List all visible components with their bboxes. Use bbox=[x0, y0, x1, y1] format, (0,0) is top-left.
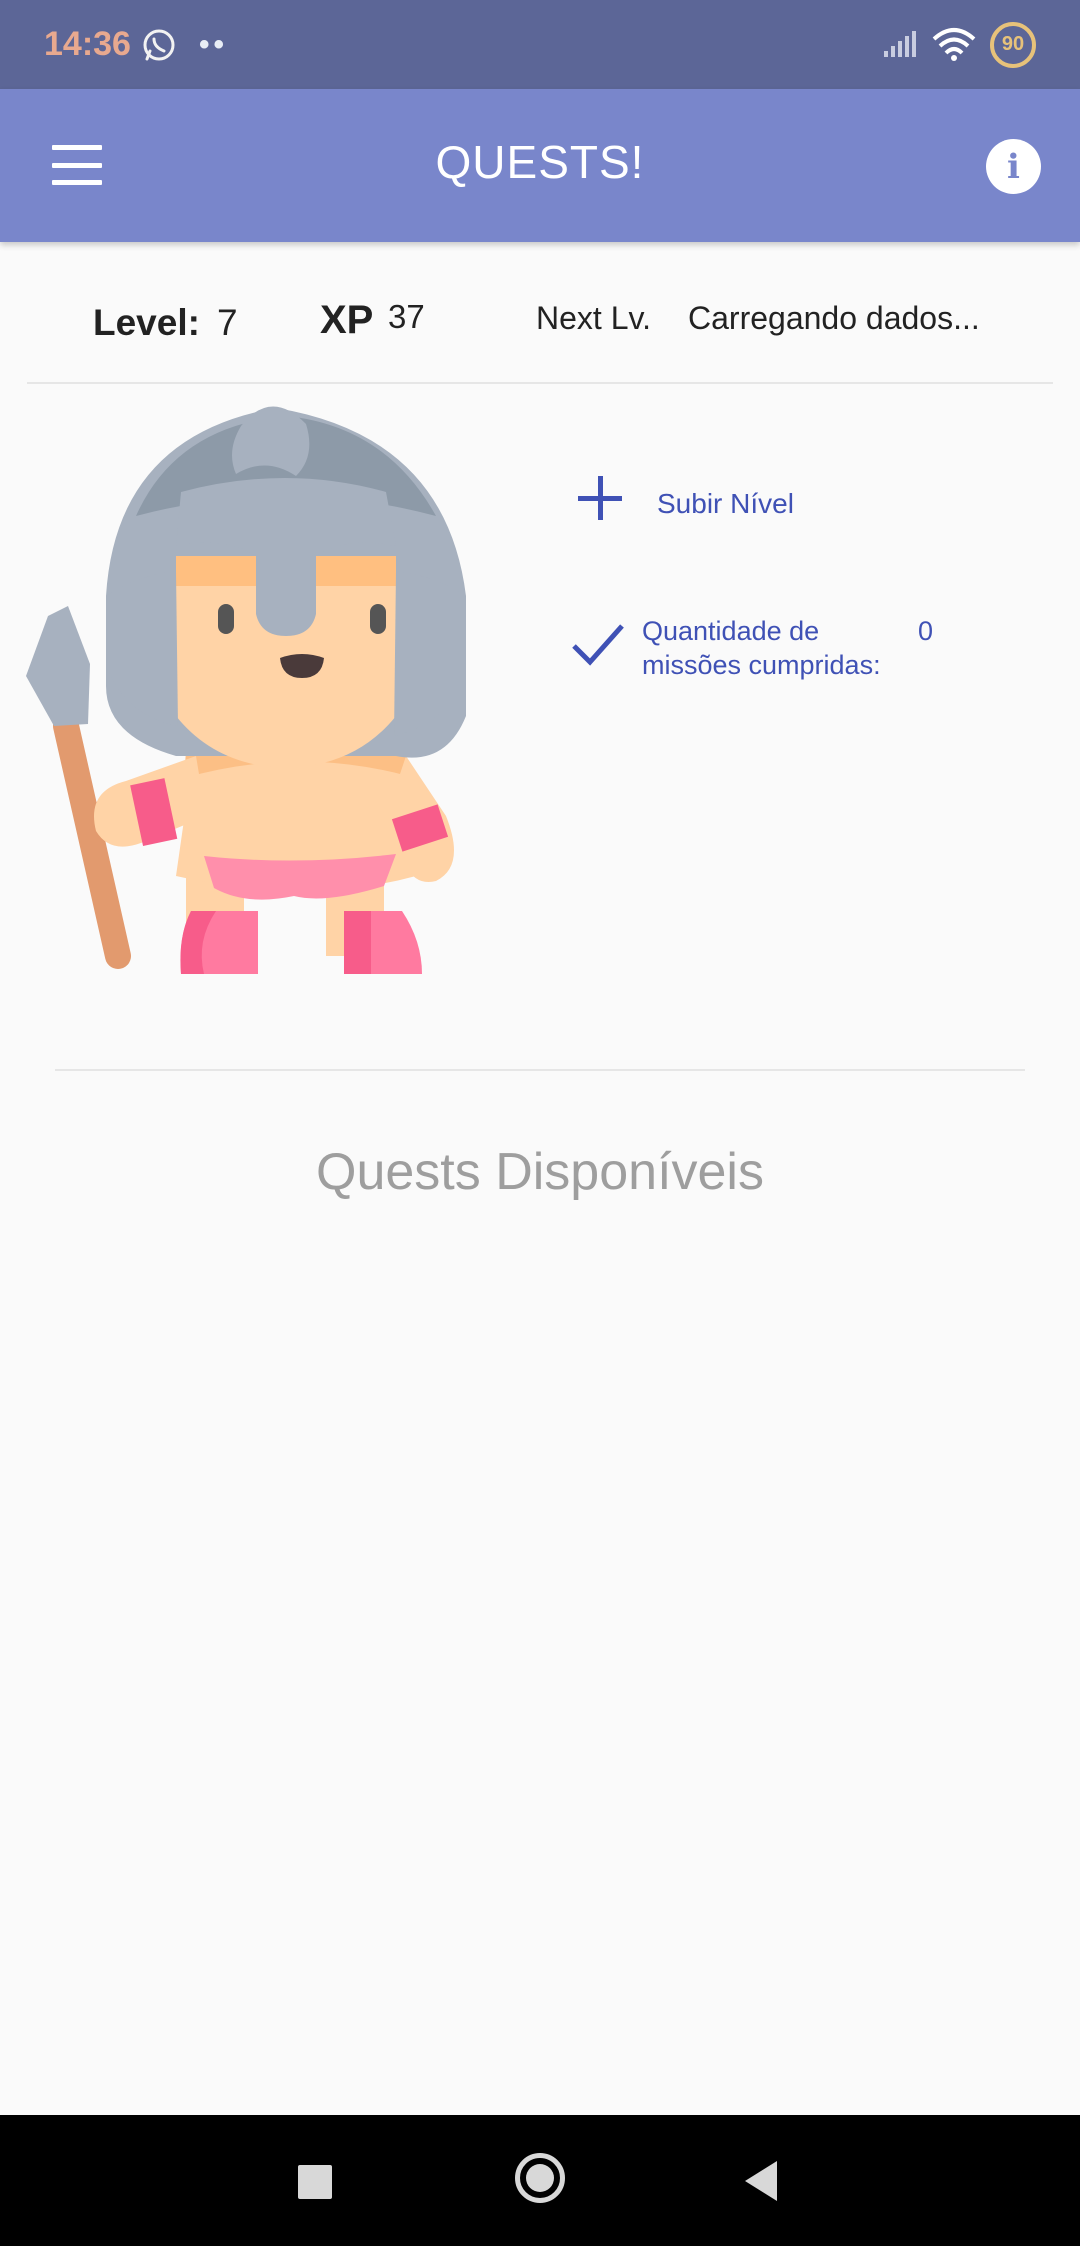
battery-level: 90 bbox=[1001, 33, 1025, 55]
page-title: QUESTS! bbox=[435, 136, 645, 188]
warrior-avatar bbox=[26, 406, 466, 974]
next-level-label: Next Lv. bbox=[536, 300, 651, 336]
missions-count: 0 bbox=[918, 616, 934, 646]
info-icon[interactable]: i bbox=[986, 139, 1041, 194]
plus-icon bbox=[576, 474, 624, 522]
whatsapp-icon bbox=[143, 29, 175, 60]
xp-value: 37 bbox=[388, 298, 425, 335]
level-up-label: Subir Nível bbox=[657, 488, 794, 519]
app-bar: QUESTS! bbox=[0, 89, 1080, 242]
wifi-icon bbox=[932, 27, 976, 61]
signal-icon bbox=[884, 30, 916, 57]
divider bbox=[55, 1069, 1025, 1071]
recents-icon[interactable] bbox=[298, 2165, 332, 2199]
level-up-button[interactable]: Subir Nível bbox=[576, 474, 794, 522]
divider bbox=[27, 382, 1053, 384]
missions-label: Quantidade de missões cumpridas: bbox=[642, 616, 881, 680]
notification-dots: •• bbox=[198, 27, 228, 61]
checkmark-icon bbox=[572, 624, 624, 666]
back-icon[interactable] bbox=[745, 2161, 777, 2201]
level-value: 7 bbox=[217, 302, 238, 343]
xp-label: XP bbox=[320, 298, 374, 342]
level-label: Level: bbox=[93, 302, 200, 343]
spear-icon bbox=[26, 606, 131, 969]
stats-row: Level: 7 XP 37 Next Lv. Carregando dados… bbox=[0, 280, 1080, 380]
home-icon[interactable] bbox=[515, 2153, 565, 2203]
status-bar: 14:36 •• 90 bbox=[0, 0, 1080, 89]
quests-section-title: Quests Disponíveis bbox=[316, 1143, 764, 1201]
battery-icon: 90 bbox=[990, 21, 1036, 68]
next-level-value: Carregando dados... bbox=[688, 300, 980, 336]
status-time: 14:36 bbox=[44, 25, 131, 63]
status-icons: 90 bbox=[882, 21, 1036, 68]
missions-completed: Quantidade de missões cumpridas: bbox=[570, 614, 902, 682]
system-nav-bar bbox=[0, 2115, 1080, 2246]
